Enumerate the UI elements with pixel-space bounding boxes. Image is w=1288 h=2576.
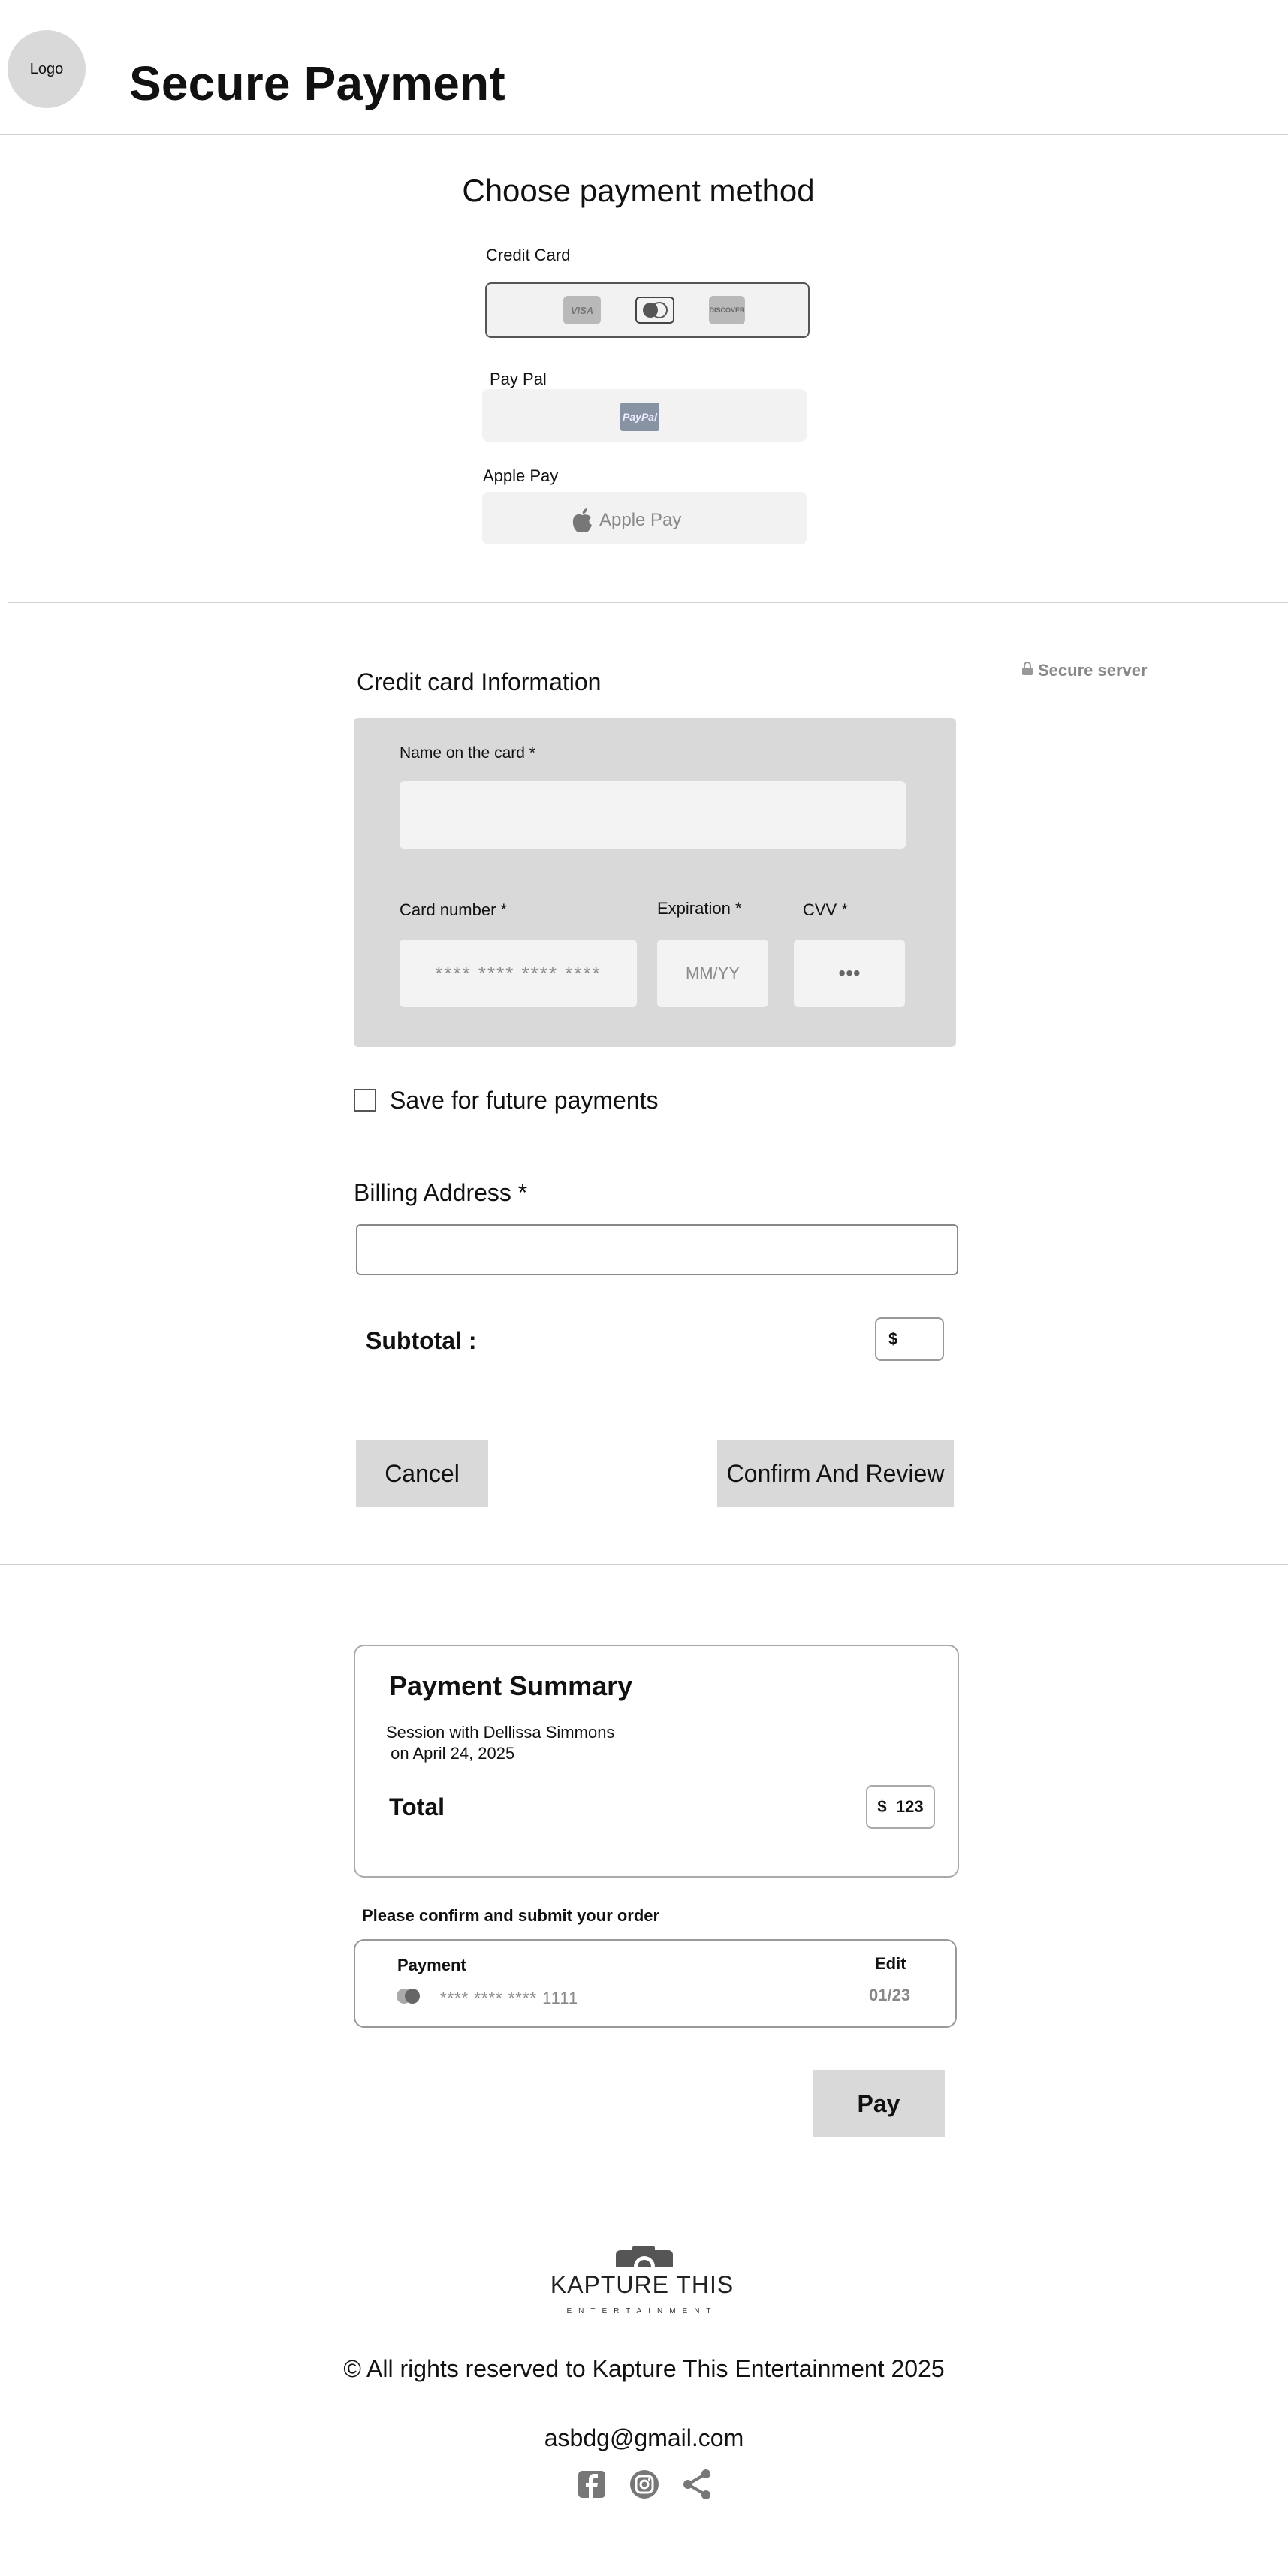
payment-summary-title: Payment Summary <box>389 1670 633 1701</box>
edit-link[interactable]: Edit <box>875 1954 906 1974</box>
payment-summary-card: Payment Summary Session with Dellissa Si… <box>354 1645 959 1878</box>
card-info-title: Credit card Information <box>357 668 602 695</box>
apple-pay-text: Apple Pay <box>599 510 682 530</box>
payment-method-label: Payment <box>397 1956 466 1974</box>
expiration-input[interactable]: MM/YY <box>657 940 768 1007</box>
secure-server-text: Secure server <box>1038 661 1148 680</box>
save-payment-label: Save for future payments <box>390 1087 659 1114</box>
cancel-button[interactable]: Cancel <box>356 1440 488 1507</box>
footer-brand: KAPTURE THIS <box>550 2271 734 2298</box>
instagram-icon[interactable] <box>629 2469 659 2499</box>
logo[interactable]: Logo <box>8 30 86 108</box>
save-payment-checkbox[interactable] <box>354 1089 376 1112</box>
credit-card-label: Credit Card <box>486 246 571 264</box>
secure-server-badge: Secure server <box>1021 661 1148 680</box>
payment-review-card: Payment Edit **** **** **** 1111 01/23 <box>354 1939 957 2028</box>
name-on-card-label: Name on the card * <box>400 744 535 762</box>
card-toggle-icon <box>394 1986 424 2010</box>
expiration-label: Expiration * <box>657 899 742 918</box>
mastercard-icon <box>635 297 674 324</box>
facebook-icon[interactable] <box>577 2469 607 2499</box>
paypal-option[interactable]: PayPal <box>482 389 807 442</box>
visa-icon: VISA <box>563 296 601 324</box>
total-label: Total <box>389 1793 445 1820</box>
billing-address-input[interactable] <box>356 1224 958 1275</box>
confirm-review-button[interactable]: Confirm And Review <box>717 1440 954 1507</box>
logo-label: Logo <box>29 60 64 77</box>
paypal-icon: PayPal <box>620 403 659 431</box>
apple-pay-label: Apple Pay <box>483 466 559 485</box>
choose-payment-title: Choose payment method <box>462 173 815 208</box>
session-line-1: Session with Dellissa Simmons <box>386 1723 615 1742</box>
discover-icon: DISCOVER <box>709 296 745 324</box>
cvv-input[interactable]: ••• <box>794 940 905 1007</box>
total-value: $ 123 <box>866 1785 935 1829</box>
card-number-label: Card number * <box>400 900 508 919</box>
contact-email[interactable]: asbdg@gmail.com <box>0 2424 1288 2452</box>
cvv-label: CVV * <box>803 900 848 919</box>
subtotal-label: Subtotal : <box>366 1327 477 1354</box>
footer-brand-sub: ENTERTAINMENT <box>566 2307 718 2315</box>
copyright-text: © All rights reserved to Kapture This En… <box>343 2355 945 2382</box>
section-divider-2 <box>0 1564 1288 1565</box>
apple-icon <box>571 507 593 534</box>
billing-address-label: Billing Address * <box>354 1179 528 1206</box>
share-icon[interactable] <box>680 2468 713 2501</box>
section-divider-1 <box>8 602 1288 603</box>
apple-pay-option[interactable]: Apple Pay <box>482 492 807 544</box>
card-expiry: 01/23 <box>869 1986 911 2004</box>
credit-card-option[interactable]: VISA DISCOVER <box>485 282 810 338</box>
lock-icon <box>1021 661 1033 680</box>
card-number-input[interactable]: **** **** **** **** <box>400 940 637 1007</box>
masked-card-number: **** **** **** 1111 <box>440 1989 579 2007</box>
name-on-card-input[interactable] <box>400 781 906 849</box>
paypal-label: Pay Pal <box>490 370 547 388</box>
subtotal-value: $ <box>875 1317 944 1361</box>
card-info-panel: Name on the card * Card number * **** **… <box>354 718 956 1047</box>
header-divider <box>0 134 1288 135</box>
confirm-order-prompt: Please confirm and submit your order <box>362 1906 660 1925</box>
session-line-2: on April 24, 2025 <box>386 1744 515 1763</box>
page-title: Secure Payment <box>129 56 505 110</box>
pay-button[interactable]: Pay <box>813 2070 945 2137</box>
